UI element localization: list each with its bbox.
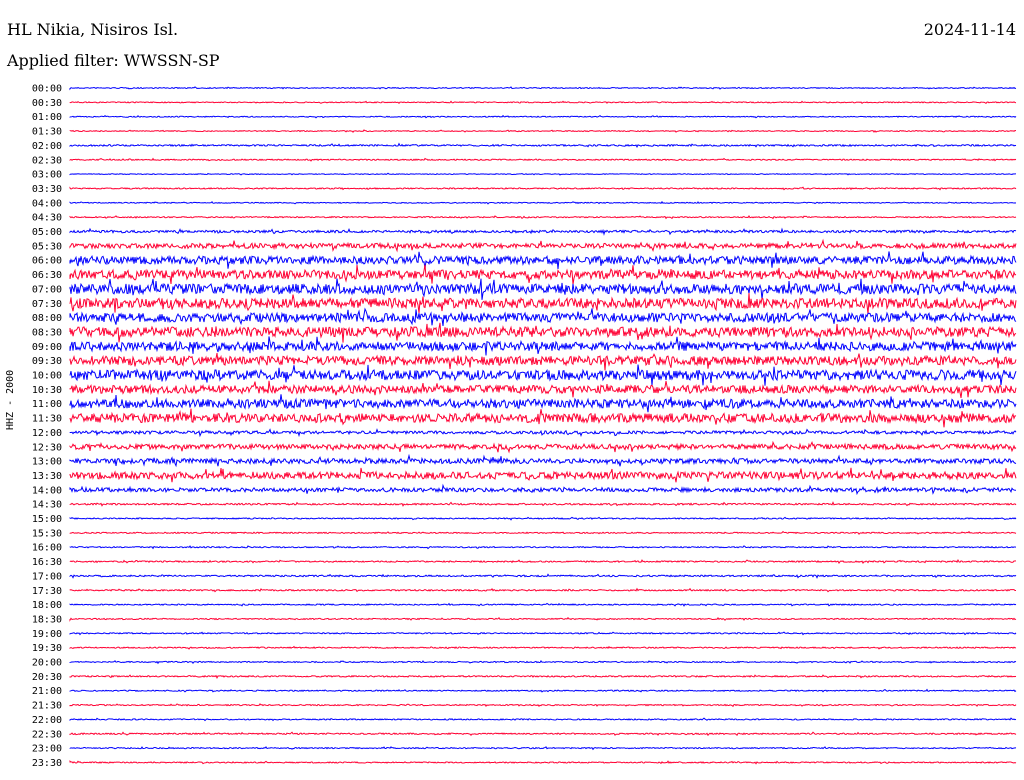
trace-line	[69, 545, 1017, 550]
time-label: 17:30	[32, 586, 62, 597]
time-label: 12:30	[32, 442, 62, 453]
trace-line	[69, 760, 1017, 765]
time-label: 11:30	[32, 414, 62, 425]
trace-line	[69, 251, 1017, 270]
trace-line	[69, 200, 1017, 205]
trace-line	[69, 731, 1017, 737]
trace-line	[69, 746, 1017, 751]
trace-line	[69, 587, 1017, 593]
time-label: 14:30	[32, 500, 62, 511]
time-label: 12:00	[32, 428, 62, 439]
trace-line	[69, 440, 1017, 454]
time-label: 07:00	[32, 284, 62, 295]
trace-line	[69, 428, 1017, 438]
trace-line	[69, 172, 1017, 176]
time-label: 06:30	[32, 270, 62, 281]
time-label: 00:00	[32, 84, 62, 95]
time-label: 16:00	[32, 543, 62, 554]
trace-line	[69, 129, 1017, 133]
trace-line	[69, 602, 1017, 607]
trace-line	[69, 100, 1017, 105]
time-label: 20:00	[32, 658, 62, 669]
time-label: 15:00	[32, 514, 62, 525]
trace-line	[69, 631, 1017, 636]
time-label: 01:00	[32, 112, 62, 123]
time-label: 08:30	[32, 327, 62, 338]
time-label: 09:30	[32, 356, 62, 367]
time-label: 13:30	[32, 471, 62, 482]
time-label: 04:00	[32, 198, 62, 209]
time-label: 15:30	[32, 528, 62, 539]
trace-line	[69, 238, 1017, 253]
trace-line	[69, 278, 1017, 300]
trace-line	[69, 364, 1017, 386]
time-label: 10:00	[32, 371, 62, 382]
time-label: 18:30	[32, 614, 62, 625]
trace-line	[69, 186, 1017, 191]
time-label: 16:30	[32, 557, 62, 568]
time-label: 19:30	[32, 643, 62, 654]
trace-line	[69, 336, 1017, 356]
time-label: 21:30	[32, 701, 62, 712]
trace-line	[69, 307, 1017, 326]
time-label: 22:00	[32, 715, 62, 726]
trace-line	[69, 408, 1017, 428]
time-label: 05:30	[32, 241, 62, 252]
time-label: 02:00	[32, 141, 62, 152]
trace-line	[69, 645, 1017, 650]
helicorder-plot: 00:00 00:30 01:00 01:30 02:00 02:30 03:00 03:30…	[32, 84, 1017, 769]
time-label: 02:30	[32, 155, 62, 166]
time-label: 01:30	[32, 127, 62, 138]
trace-line	[69, 214, 1017, 220]
trace-line	[69, 616, 1017, 622]
trace-line	[69, 157, 1017, 162]
time-label: 17:00	[32, 571, 62, 582]
time-label: 09:00	[32, 342, 62, 353]
time-label: 23:30	[32, 758, 62, 769]
trace-line	[69, 264, 1017, 285]
trace-line	[69, 558, 1017, 565]
trace-line	[69, 467, 1017, 483]
trace-line	[69, 322, 1017, 343]
time-label: 08:00	[32, 313, 62, 324]
trace-line	[69, 501, 1017, 507]
time-label: 03:30	[32, 184, 62, 195]
time-label: 22:30	[32, 729, 62, 740]
time-label: 04:30	[32, 213, 62, 224]
trace-line	[69, 659, 1017, 665]
trace-line	[69, 394, 1017, 413]
time-label: 10:30	[32, 385, 62, 396]
trace-line	[69, 292, 1017, 315]
time-label: 11:00	[32, 399, 62, 410]
trace-line	[69, 688, 1017, 693]
time-label: 06:00	[32, 256, 62, 267]
time-label: 13:00	[32, 457, 62, 468]
trace-line	[69, 573, 1017, 579]
trace-line	[69, 530, 1017, 535]
time-label: 19:00	[32, 629, 62, 640]
time-label: 20:30	[32, 672, 62, 683]
trace-line	[69, 114, 1017, 119]
time-label: 07:30	[32, 299, 62, 310]
time-label: 18:00	[32, 600, 62, 611]
time-label: 00:30	[32, 98, 62, 109]
trace-line	[69, 142, 1017, 148]
trace-line	[69, 380, 1017, 399]
trace-line	[69, 703, 1017, 708]
trace-line	[69, 717, 1017, 722]
trace-line	[69, 453, 1017, 468]
time-label: 05:00	[32, 227, 62, 238]
time-label: 03:00	[32, 170, 62, 181]
trace-line	[69, 86, 1017, 91]
time-label: 21:00	[32, 686, 62, 697]
trace-line	[69, 227, 1017, 236]
trace-line	[69, 516, 1017, 521]
trace-line	[69, 483, 1017, 496]
trace-line	[69, 674, 1017, 679]
time-label: 14:00	[32, 485, 62, 496]
time-label: 23:00	[32, 744, 62, 755]
trace-line	[69, 352, 1017, 371]
